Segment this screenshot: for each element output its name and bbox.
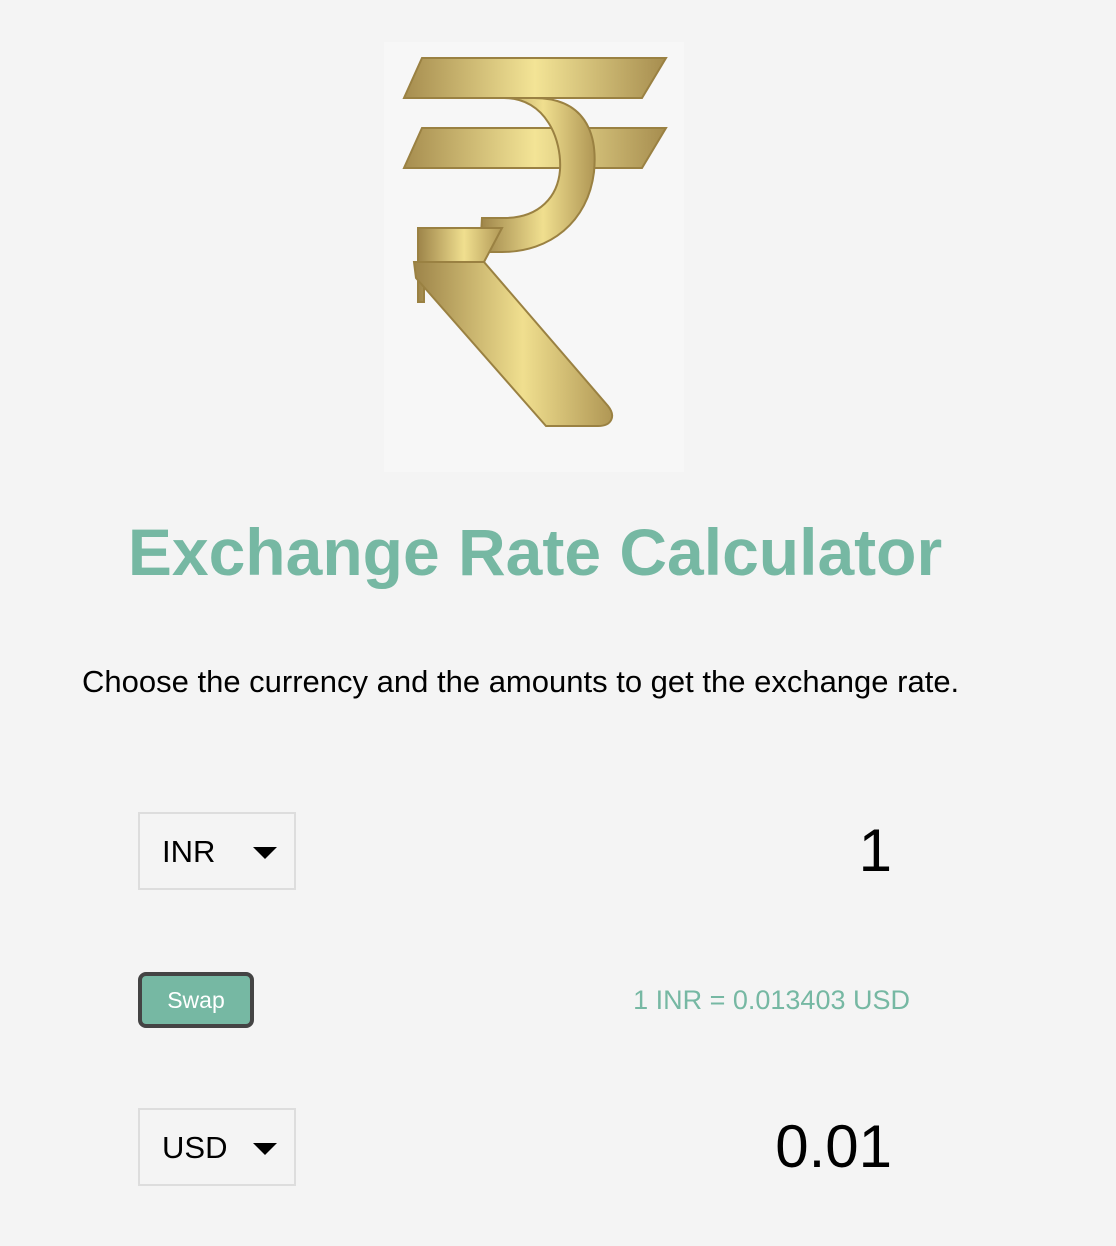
currency-one-select[interactable]: INR — [138, 812, 296, 890]
page-title: Exchange Rate Calculator — [127, 515, 943, 589]
swap-button[interactable]: Swap — [138, 972, 254, 1028]
exchange-rate-text: 1 INR = 0.013403 USD — [633, 985, 910, 1015]
chevron-down-icon — [253, 1143, 277, 1155]
currency-one-value: INR — [162, 834, 216, 869]
rupee-logo — [384, 42, 684, 472]
amount-two-input[interactable]: 0.01 — [775, 1112, 892, 1182]
currency-two-select[interactable]: USD — [138, 1108, 296, 1186]
rupee-icon — [402, 57, 668, 427]
chevron-down-icon — [253, 847, 277, 859]
currency-two-value: USD — [162, 1130, 228, 1165]
amount-one-input[interactable]: 1 — [859, 816, 892, 886]
page-subtitle: Choose the currency and the amounts to g… — [82, 664, 960, 699]
